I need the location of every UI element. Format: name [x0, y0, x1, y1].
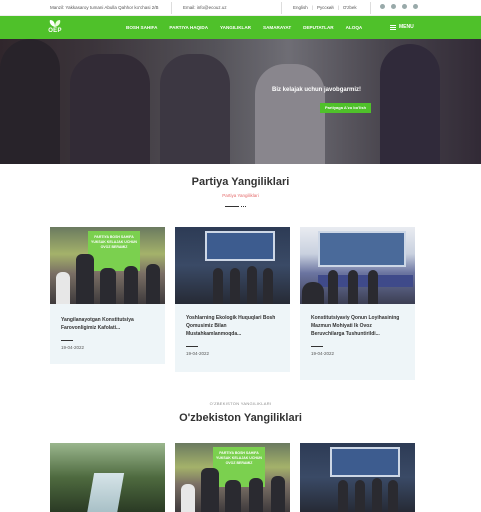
menu-label: MENU — [399, 24, 414, 30]
menu-button[interactable]: MENU — [390, 24, 414, 30]
facebook-icon[interactable] — [380, 4, 385, 9]
person-figure — [56, 272, 70, 304]
news-card-image — [175, 227, 290, 304]
person-figure — [124, 266, 138, 304]
uzbekistan-news-subtitle: O'ZBEKISTON YANGILIKLARI — [209, 401, 272, 406]
divider — [370, 2, 371, 14]
hero-overlay — [0, 39, 481, 164]
person-figure — [302, 282, 324, 304]
person-figure — [249, 478, 263, 512]
news-card[interactable]: Konstitutsiyaviy Qonun Loyihasining Mazm… — [300, 227, 415, 380]
top-info-bar: Manzil: Yakkasaroy tumani Abulla Qahhor … — [0, 0, 481, 16]
lang-english[interactable]: English — [293, 5, 308, 10]
hero-banner: Biz kelajak uchun javobgarmiz! Partiyaga… — [0, 39, 481, 164]
news-card-title[interactable]: Yangilanayotgan Konstitutsiya Farovonlig… — [50, 316, 165, 332]
news-card-image — [50, 443, 165, 512]
person-figure — [271, 476, 285, 512]
logo-text: OEP — [48, 28, 62, 34]
title-underline-dots — [241, 206, 246, 207]
email-link[interactable]: Email: info@ecouz.uz — [183, 5, 227, 10]
party-news-title: Partiya Yangiliklari — [191, 176, 290, 188]
divider — [281, 2, 282, 14]
card-underline — [311, 346, 323, 347]
news-card-date: 19-04-2022 — [186, 351, 210, 356]
person-figure — [388, 480, 398, 512]
card-underline — [186, 346, 198, 347]
party-news-subtitle: Partiya Yangiliklari — [222, 193, 259, 198]
nav-item-contact[interactable]: ALOQA — [346, 25, 363, 30]
news-card[interactable]: PARTIYA BOSH SAHIFA YUKSAK KELAJAK UCHUN… — [175, 443, 290, 512]
news-card-date: 19-04-2022 — [311, 351, 335, 356]
social-links — [380, 4, 418, 9]
leaf-logo-icon — [49, 20, 61, 27]
nav-item-about[interactable]: PARTIYA HAQIDA — [169, 25, 208, 30]
join-party-button[interactable]: Partiyaga A'zo bo'lish — [320, 103, 371, 113]
person-figure — [247, 266, 257, 304]
language-switcher: English | Русский | O'zbek — [293, 5, 357, 10]
forest-stream — [85, 473, 125, 512]
stage-backdrop — [330, 447, 400, 477]
main-navbar: OEP BOSH SAHIFA PARTIYA HAQIDA YANGILIKL… — [0, 16, 481, 39]
person-figure — [348, 270, 358, 304]
title-underline — [225, 206, 239, 207]
lang-divider: | — [311, 5, 313, 10]
news-card-image — [300, 227, 415, 304]
news-card[interactable]: PARTIYA BOSH SAHIFA YUKSAK KELAJAK UCHUN… — [50, 227, 165, 364]
news-card[interactable] — [300, 443, 415, 512]
news-card[interactable]: Yoshlarning Ekologik Huquqlari Bosh Qomu… — [175, 227, 290, 372]
person-figure — [368, 270, 378, 304]
lang-uzbek[interactable]: O'zbek — [343, 5, 357, 10]
news-card[interactable] — [50, 443, 165, 512]
youtube-icon[interactable] — [402, 4, 407, 9]
news-card-image: PARTIYA BOSH SAHIFA YUKSAK KELAJAK UCHUN… — [50, 227, 165, 304]
divider — [171, 2, 172, 14]
lang-russian[interactable]: Русский — [317, 5, 334, 10]
hamburger-icon — [390, 24, 396, 30]
person-figure — [230, 268, 240, 304]
nav-item-deputies[interactable]: DEPUTATLAR — [303, 25, 333, 30]
person-figure — [372, 478, 382, 512]
hero-slogan: Biz kelajak uchun javobgarmiz! — [272, 87, 362, 93]
news-card-image — [300, 443, 415, 512]
person-figure — [76, 254, 94, 304]
address-text: Manzil: Yakkasaroy tumani Abulla Qahhor … — [50, 5, 159, 10]
nav-menu: BOSH SAHIFA PARTIYA HAQIDA YANGILIKLAR S… — [126, 25, 374, 30]
telegram-icon[interactable] — [391, 4, 396, 9]
person-figure — [201, 468, 219, 512]
card-underline — [61, 340, 73, 341]
person-figure — [263, 268, 273, 304]
news-card-image: PARTIYA BOSH SAHIFA YUKSAK KELAJAK UCHUN… — [175, 443, 290, 512]
lang-divider: | — [337, 5, 339, 10]
stage-backdrop — [205, 231, 275, 261]
banner-text: PARTIYA BOSH SAHIFA YUKSAK KELAJAK UCHUN… — [88, 231, 140, 271]
site-logo[interactable]: OEP — [44, 18, 66, 37]
person-figure — [355, 480, 365, 512]
person-figure — [328, 270, 338, 304]
nav-item-results[interactable]: SAMARAYAT — [263, 25, 291, 30]
person-figure — [146, 264, 160, 304]
person-figure — [213, 268, 223, 304]
person-figure — [100, 268, 116, 304]
person-figure — [225, 480, 241, 512]
nav-item-news[interactable]: YANGILIKLAR — [220, 25, 251, 30]
stage-backdrop — [318, 231, 406, 267]
person-figure — [338, 480, 348, 512]
nav-item-home[interactable]: BOSH SAHIFA — [126, 25, 157, 30]
news-card-date: 19-04-2022 — [61, 345, 85, 350]
instagram-icon[interactable] — [413, 4, 418, 9]
uzbekistan-news-title: O'zbekiston Yangiliklari — [179, 412, 302, 424]
person-figure — [181, 484, 195, 512]
news-card-title[interactable]: Konstitutsiyaviy Qonun Loyihasining Mazm… — [300, 314, 415, 338]
news-card-title[interactable]: Yoshlarning Ekologik Huquqlari Bosh Qomu… — [175, 314, 290, 338]
